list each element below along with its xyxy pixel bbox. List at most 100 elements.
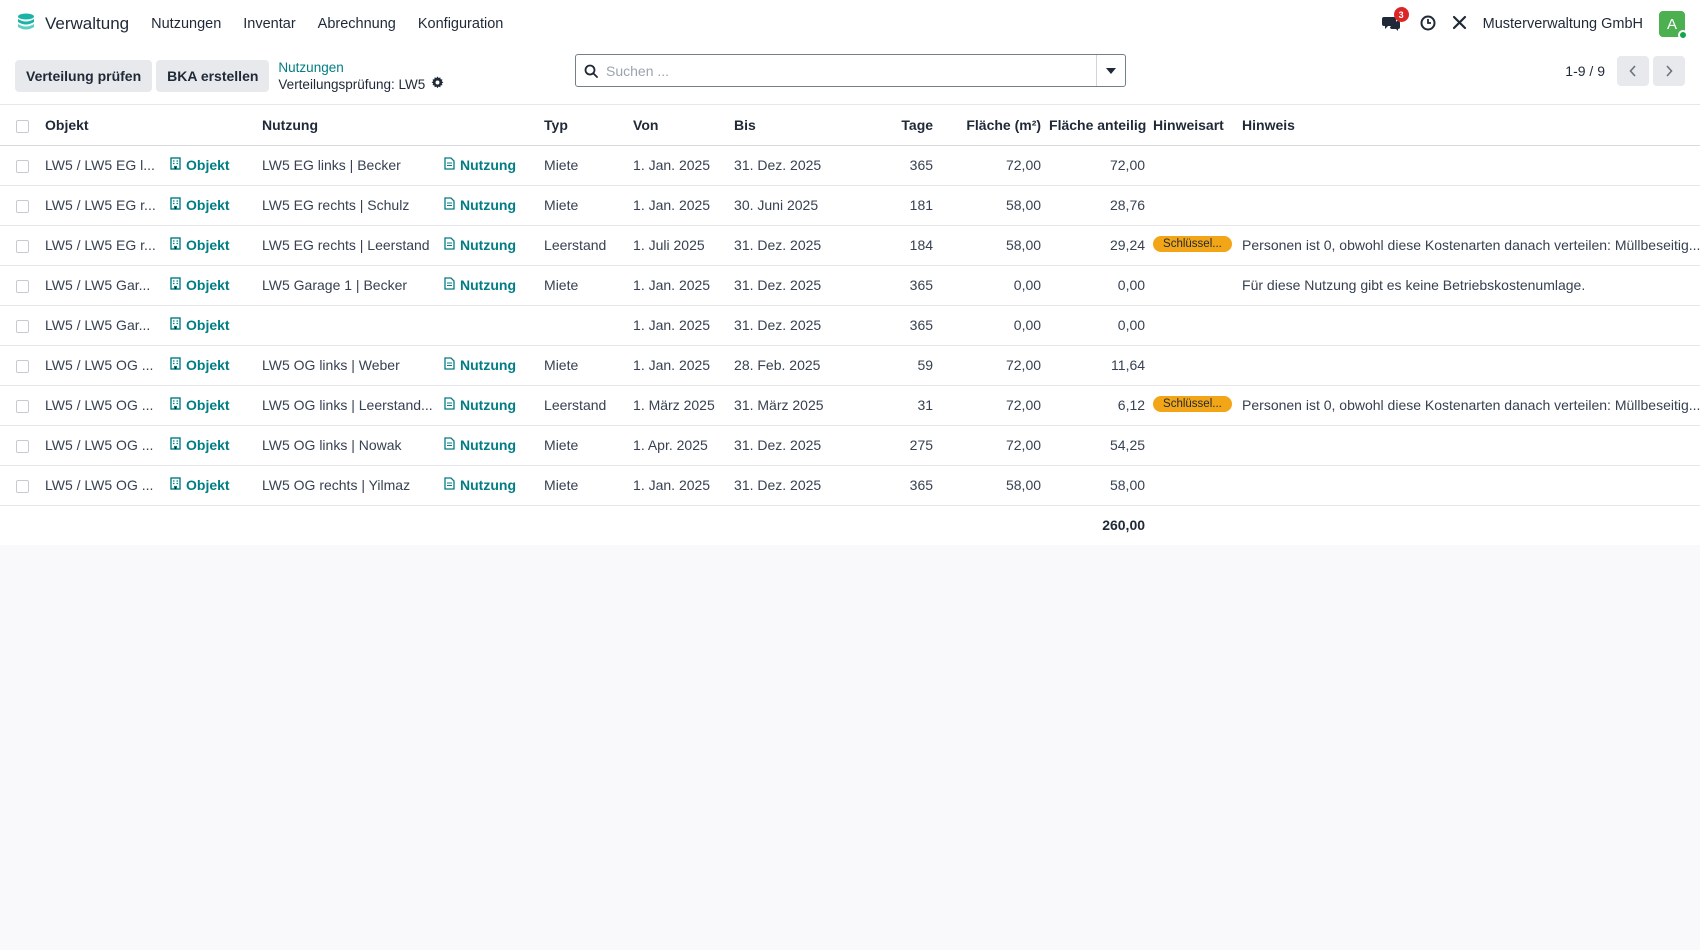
chevron-right-icon: [1666, 65, 1673, 77]
objekt-link-button[interactable]: Objekt: [170, 157, 230, 173]
cell-bis: 31. Dez. 2025: [730, 265, 873, 306]
objekt-link-button[interactable]: Objekt: [170, 317, 230, 333]
nutzung-link-button[interactable]: Nutzung: [444, 277, 516, 293]
cell-tage: 181: [872, 185, 938, 226]
app-brand[interactable]: Verwaltung: [15, 12, 129, 37]
cell-nutzung: LW5 OG rechts | Yilmaz: [258, 465, 441, 506]
nutzung-link-button[interactable]: Nutzung: [444, 397, 516, 413]
column-header-flaeche[interactable]: Fläche (m²): [937, 105, 1046, 146]
cell-tage: 365: [872, 465, 938, 506]
table-row[interactable]: LW5 / LW5 OG ... Objekt LW5 OG links | Lee…: [0, 385, 1700, 426]
cell-nutzung: LW5 OG links | Nowak: [258, 425, 441, 466]
nutzung-link-button[interactable]: Nutzung: [444, 197, 516, 213]
column-header-von[interactable]: Von: [629, 105, 731, 146]
cell-hinweis: Personen ist 0, obwohl diese Kostenarten…: [1238, 225, 1700, 266]
breadcrumb: Nutzungen Verteilungsprüfung: LW5: [278, 59, 444, 93]
objekt-link-button[interactable]: Objekt: [170, 397, 230, 413]
cell-nutzung: LW5 EG rechts | Leerstand: [258, 225, 441, 266]
row-checkbox[interactable]: [16, 359, 29, 373]
column-header-flaeche-anteilig[interactable]: Fläche anteilig: [1045, 105, 1150, 146]
gear-icon[interactable]: [431, 76, 444, 93]
cell-objekt: LW5 / LW5 OG ...: [41, 465, 166, 506]
nutzung-link-label: Nutzung: [460, 357, 516, 373]
nutzung-link-label: Nutzung: [460, 237, 516, 253]
row-checkbox[interactable]: [16, 239, 29, 253]
cell-flaeche: 58,00: [937, 185, 1046, 226]
table-row[interactable]: LW5 / LW5 Gar... Objekt 1. Jan. 2025 31. De…: [0, 305, 1700, 346]
objekt-link-button[interactable]: Objekt: [170, 277, 230, 293]
objekt-link-button[interactable]: Objekt: [170, 477, 230, 493]
cell-typ: Miete: [540, 425, 630, 466]
building-icon: [170, 197, 181, 213]
pager-next-button[interactable]: [1653, 56, 1685, 86]
search-options-toggle[interactable]: [1096, 55, 1125, 86]
messages-button[interactable]: 3: [1381, 7, 1409, 34]
objekt-link-label: Objekt: [186, 477, 230, 493]
cell-typ: Leerstand: [540, 225, 630, 266]
bka-erstellen-button[interactable]: BKA erstellen: [156, 60, 270, 92]
cell-objekt: LW5 / LW5 Gar...: [41, 305, 166, 346]
table-row[interactable]: LW5 / LW5 EG r... Objekt LW5 EG rechts | L…: [0, 225, 1700, 266]
cell-nutzung: LW5 EG rechts | Schulz: [258, 185, 441, 226]
cell-typ: Miete: [540, 465, 630, 506]
cell-flaeche-anteilig: 11,64: [1045, 345, 1150, 386]
menu-item-abrechnung[interactable]: Abrechnung: [318, 16, 396, 32]
column-header-tage[interactable]: Tage: [872, 105, 938, 146]
menu-item-nutzungen[interactable]: Nutzungen: [151, 16, 221, 32]
column-header-typ[interactable]: Typ: [540, 105, 630, 146]
row-checkbox[interactable]: [16, 159, 29, 173]
cell-flaeche-anteilig: 58,00: [1045, 465, 1150, 506]
building-icon: [170, 437, 181, 453]
nutzung-link-button[interactable]: Nutzung: [444, 237, 516, 253]
cell-nutzung: LW5 EG links | Becker: [258, 145, 441, 186]
column-header-hinweisart[interactable]: Hinweisart: [1149, 105, 1239, 146]
column-header-bis[interactable]: Bis: [730, 105, 873, 146]
column-header-nutzung[interactable]: Nutzung: [258, 105, 541, 146]
table-row[interactable]: LW5 / LW5 EG r... Objekt LW5 EG rechts | S…: [0, 185, 1700, 226]
objekt-link-button[interactable]: Objekt: [170, 197, 230, 213]
cell-bis: 31. Dez. 2025: [730, 145, 873, 186]
row-checkbox[interactable]: [16, 439, 29, 453]
pager-previous-button[interactable]: [1617, 56, 1649, 86]
nutzung-link-button[interactable]: Nutzung: [444, 357, 516, 373]
objekt-link-button[interactable]: Objekt: [170, 237, 230, 253]
table-row[interactable]: LW5 / LW5 EG l... Objekt LW5 EG links | Be…: [0, 145, 1700, 186]
row-checkbox[interactable]: [16, 199, 29, 213]
pager-value[interactable]: 1-9 / 9: [1565, 63, 1605, 79]
table-row[interactable]: LW5 / LW5 OG ... Objekt LW5 OG links | Web…: [0, 345, 1700, 386]
column-header-objekt[interactable]: Objekt: [41, 105, 259, 146]
column-header-hinweis[interactable]: Hinweis: [1238, 105, 1700, 146]
nutzung-link-button[interactable]: Nutzung: [444, 477, 516, 493]
table-row[interactable]: LW5 / LW5 OG ... Objekt LW5 OG rechts | Yi…: [0, 465, 1700, 506]
cell-flaeche: 0,00: [937, 305, 1046, 346]
document-icon: [444, 277, 455, 293]
menu-item-konfiguration[interactable]: Konfiguration: [418, 16, 503, 32]
objekt-link-button[interactable]: Objekt: [170, 437, 230, 453]
cell-flaeche: 72,00: [937, 425, 1046, 466]
breadcrumb-parent-link[interactable]: Nutzungen: [278, 59, 444, 76]
objekt-link-button[interactable]: Objekt: [170, 357, 230, 373]
verteilung-pruefen-button[interactable]: Verteilung prüfen: [15, 60, 153, 92]
row-checkbox[interactable]: [16, 279, 29, 293]
nutzung-link-button[interactable]: Nutzung: [444, 437, 516, 453]
menu-item-inventar[interactable]: Inventar: [243, 16, 295, 32]
cell-tage: 365: [872, 145, 938, 186]
row-checkbox[interactable]: [16, 399, 29, 413]
cell-tage: 365: [872, 265, 938, 306]
table-row[interactable]: LW5 / LW5 OG ... Objekt LW5 OG links | Now…: [0, 425, 1700, 466]
cell-tage: 184: [872, 225, 938, 266]
table-row[interactable]: LW5 / LW5 Gar... Objekt LW5 Garage 1 | Bec…: [0, 265, 1700, 306]
search-input[interactable]: [606, 55, 1096, 86]
cell-flaeche: 72,00: [937, 385, 1046, 426]
tools-icon[interactable]: [1452, 15, 1467, 33]
cell-objekt: LW5 / LW5 EG l...: [41, 145, 166, 186]
objekt-link-label: Objekt: [186, 197, 230, 213]
select-all-checkbox[interactable]: [16, 119, 29, 133]
row-checkbox[interactable]: [16, 479, 29, 493]
nutzung-link-label: Nutzung: [460, 157, 516, 173]
row-checkbox[interactable]: [16, 319, 29, 333]
user-avatar[interactable]: A: [1659, 11, 1688, 40]
company-switcher[interactable]: Musterverwaltung GmbH: [1483, 16, 1643, 32]
nutzung-link-button[interactable]: Nutzung: [444, 157, 516, 173]
clock-icon[interactable]: [1420, 15, 1436, 34]
